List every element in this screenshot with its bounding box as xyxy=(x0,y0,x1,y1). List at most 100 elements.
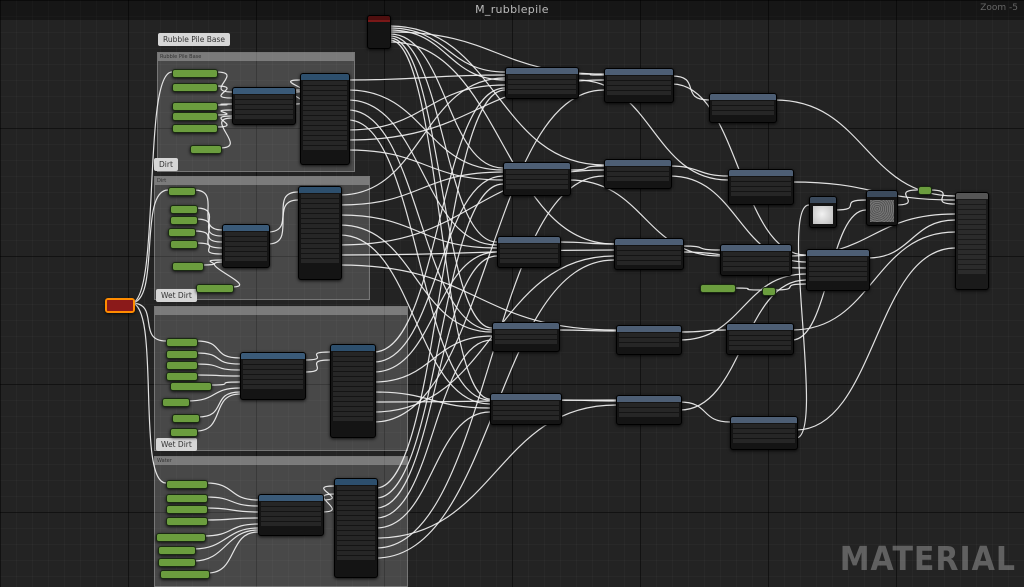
blend-node[interactable] xyxy=(730,416,798,450)
node-pin-row xyxy=(809,277,867,281)
function-node[interactable] xyxy=(240,352,306,400)
param-node[interactable] xyxy=(162,398,190,407)
make-material-attributes-node[interactable] xyxy=(334,478,378,578)
connection-wire xyxy=(389,33,504,169)
comment-bubble-rubble-pile-base[interactable]: Rubble Pile Base xyxy=(158,33,231,46)
param-node[interactable] xyxy=(170,382,212,391)
node-pin-row xyxy=(225,232,267,236)
param-node[interactable] xyxy=(172,102,218,111)
connection-wire xyxy=(389,37,493,329)
node-pin-row xyxy=(235,95,293,99)
node-pin-row xyxy=(303,81,347,85)
param-node[interactable] xyxy=(172,414,200,423)
node-pin-row xyxy=(958,255,986,259)
param-node[interactable] xyxy=(918,186,932,195)
blend-node[interactable] xyxy=(806,249,870,291)
param-node[interactable] xyxy=(190,145,222,154)
blend-node[interactable] xyxy=(616,395,682,425)
graph-title: M_rubblepile xyxy=(475,3,549,16)
node-pin-row xyxy=(809,262,867,266)
node-pin-row xyxy=(958,245,986,249)
scalar-parameter-node-selected[interactable] xyxy=(105,298,135,313)
param-node[interactable] xyxy=(172,83,218,92)
param-node[interactable] xyxy=(762,287,776,296)
blend-node[interactable] xyxy=(604,159,672,189)
blend-node[interactable] xyxy=(505,67,579,99)
blend-node[interactable] xyxy=(726,323,794,355)
param-node[interactable] xyxy=(196,284,234,293)
param-node[interactable] xyxy=(170,216,198,225)
node-pin-row xyxy=(958,250,986,254)
node-pin-row xyxy=(723,252,789,256)
node-pin-row xyxy=(619,343,679,347)
param-node[interactable] xyxy=(172,124,218,133)
node-pin-row xyxy=(337,491,375,495)
param-node[interactable] xyxy=(166,361,198,370)
node-pin-row xyxy=(303,126,347,130)
node-pin-row xyxy=(712,111,774,115)
node-pin-row xyxy=(303,106,347,110)
comment-bubble-wet-dirt[interactable]: Wet Dirt xyxy=(156,289,197,302)
blend-node[interactable] xyxy=(503,162,571,196)
param-node[interactable] xyxy=(168,187,196,196)
param-node[interactable] xyxy=(700,284,736,293)
node-pin-row xyxy=(337,496,375,500)
param-node[interactable] xyxy=(168,228,196,237)
connection-wire xyxy=(557,329,617,332)
param-node[interactable] xyxy=(166,494,208,503)
connection-wire xyxy=(375,175,605,549)
param-node[interactable] xyxy=(166,372,198,381)
texture-sample-node-gray[interactable] xyxy=(866,190,898,226)
param-node[interactable] xyxy=(158,558,196,567)
param-node[interactable] xyxy=(158,546,196,555)
param-node[interactable] xyxy=(160,570,210,579)
blend-node[interactable] xyxy=(709,93,777,123)
param-node[interactable] xyxy=(172,112,218,121)
param-node[interactable] xyxy=(166,505,208,514)
param-node[interactable] xyxy=(170,205,198,214)
node-pin-row xyxy=(303,131,347,135)
param-node[interactable] xyxy=(170,428,198,437)
comment-bubble-water[interactable]: Wet Dirt xyxy=(156,438,197,451)
param-node[interactable] xyxy=(166,480,208,489)
node-pin-row xyxy=(508,80,576,84)
node-pin-row xyxy=(731,187,791,191)
node-pin-row xyxy=(261,517,321,521)
function-node[interactable] xyxy=(232,87,296,125)
node-pin-row xyxy=(495,330,557,334)
connection-wire xyxy=(373,89,605,423)
graph-canvas[interactable]: M_rubblepile Zoom -5 Rubble Pile Base Ru… xyxy=(0,0,1024,587)
node-header xyxy=(107,300,133,311)
blend-node[interactable] xyxy=(616,325,682,355)
param-node[interactable] xyxy=(166,350,198,359)
blend-node[interactable] xyxy=(720,244,792,276)
node-pin-row xyxy=(243,380,303,384)
texture-sample-node-white[interactable] xyxy=(809,196,837,228)
connection-wire xyxy=(347,89,504,171)
blend-node[interactable] xyxy=(490,393,562,425)
param-node[interactable] xyxy=(172,262,204,271)
param-node[interactable] xyxy=(170,240,198,249)
node-pin-row xyxy=(301,229,339,233)
param-node[interactable] xyxy=(172,69,218,78)
make-material-attributes-node[interactable] xyxy=(300,73,350,165)
material-function-node-top[interactable] xyxy=(367,15,391,49)
param-node[interactable] xyxy=(166,517,208,526)
blend-node[interactable] xyxy=(614,238,684,270)
comment-bubble-dirt[interactable]: Dirt xyxy=(154,158,178,171)
param-node[interactable] xyxy=(156,533,206,542)
make-material-attributes-node[interactable] xyxy=(298,186,342,280)
blend-node[interactable] xyxy=(728,169,794,205)
node-pin-row xyxy=(337,526,375,530)
node-pin-row xyxy=(500,259,558,263)
blend-node[interactable] xyxy=(497,236,561,268)
function-node[interactable] xyxy=(258,494,324,536)
blend-node[interactable] xyxy=(604,68,674,103)
make-material-attributes-node[interactable] xyxy=(330,344,376,438)
material-output-node[interactable] xyxy=(955,192,989,290)
blend-node[interactable] xyxy=(492,322,560,352)
function-node[interactable] xyxy=(222,224,270,268)
node-pin-row xyxy=(303,116,347,120)
connection-wire xyxy=(895,189,919,206)
param-node[interactable] xyxy=(166,338,198,347)
